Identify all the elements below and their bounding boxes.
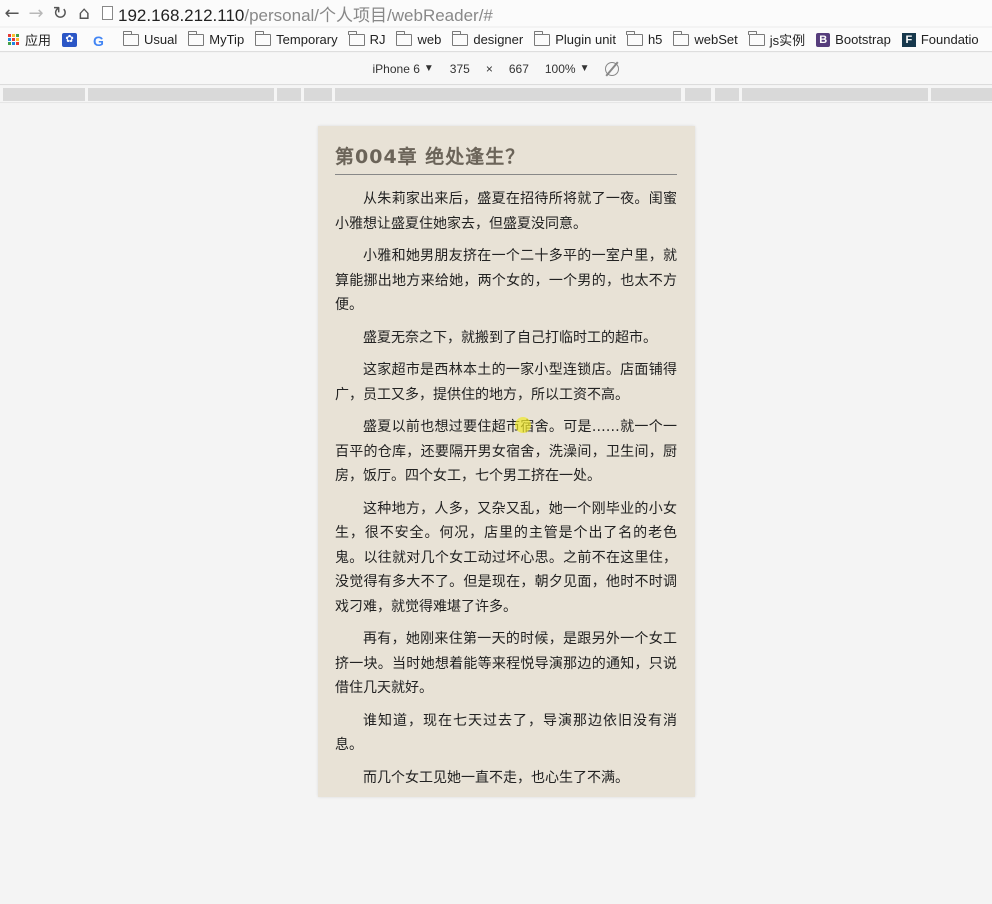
home-icon[interactable]: ⌂ — [72, 1, 96, 25]
paragraph: 盛夏以前也想过要住超市宿舍。可是……就一个一百平的仓库，还要隔开男女宿舍，洗澡间… — [335, 419, 677, 484]
device-viewport: 第004章 绝处逢生？ 从朱莉家出来后，盛夏在招待所将就了一夜。闺蜜小雅想让盛夏… — [0, 104, 992, 904]
device-toolbar: iPhone 6 ▼ 375 × 667 100% ▼ — [0, 53, 992, 85]
address-bar: ← → ↻ ⌂ 192.168.212.110/personal/个人项目/we… — [0, 0, 992, 26]
paragraph: 这家超市是西林本土的一家小型连锁店。店面铺得广，员工又多，提供住的地方，所以工资… — [335, 362, 677, 403]
paragraph: 这种地方，人多，又杂又乱，她一个刚毕业的小女生，很不安全。何况，店里的主管是个出… — [335, 500, 677, 615]
chevron-down-icon[interactable]: ▼ — [424, 63, 434, 74]
bootstrap-icon: B — [816, 32, 831, 47]
google-icon: G — [93, 32, 104, 49]
device-width[interactable]: 375 — [450, 62, 470, 76]
folder-icon — [395, 30, 413, 46]
bookmark-label: h5 — [647, 32, 663, 47]
dimension-separator: × — [485, 61, 493, 76]
paragraph: 谁知道，现在七天过去了，导演那边依旧没有消息。 — [335, 712, 677, 754]
bookmark-temporary[interactable]: Temporary — [254, 30, 338, 47]
bookmark-designer[interactable]: designer — [451, 30, 524, 47]
bookmark-label: Temporary — [276, 32, 338, 47]
url-field[interactable]: 192.168.212.110/personal/个人项目/webReader/… — [102, 2, 493, 25]
reload-icon[interactable]: ↻ — [48, 1, 72, 25]
reader-page[interactable]: 第004章 绝处逢生？ 从朱莉家出来后，盛夏在招待所将就了一夜。闺蜜小雅想让盛夏… — [318, 126, 695, 797]
zoom-select[interactable]: 100% — [545, 62, 576, 76]
paragraph: 再有，她刚来住第一天的时候，是跟另外一个女工挤一块。当时她想着能等来程悦导演那边… — [335, 631, 677, 696]
bookmark-plugin-unit[interactable]: Plugin unit — [533, 30, 616, 47]
bookmarks-bar: 应用 ✿ G Usual MyTip Temporary RJ web desi… — [0, 28, 992, 52]
bookmark-label: Bootstrap — [835, 32, 891, 47]
media-query-segment[interactable] — [277, 88, 301, 101]
url-host: 192.168.212.110 — [118, 5, 245, 25]
foundation-icon: F — [901, 32, 916, 47]
bookmark-label: web — [417, 32, 442, 47]
folder-icon — [748, 30, 765, 46]
bookmark-label: Usual — [144, 32, 178, 47]
url-path: /personal/个人项目/webReader/# — [244, 5, 493, 25]
bookmark-webset[interactable]: webSet — [672, 30, 738, 47]
bookmark-google[interactable]: G — [93, 32, 112, 49]
back-arrow-icon[interactable]: ← — [0, 1, 24, 25]
folder-icon — [672, 30, 690, 46]
media-query-segment[interactable] — [88, 88, 274, 101]
chevron-down-icon[interactable]: ▼ — [580, 63, 590, 74]
media-query-bar — [0, 86, 992, 103]
folder-icon — [187, 30, 205, 46]
apps-grid-icon — [8, 33, 20, 46]
bookmark-paw[interactable]: ✿ — [62, 32, 82, 47]
bookmark-bootstrap[interactable]: B Bootstrap — [816, 32, 891, 47]
paragraph: 而几个女工见她一直不走，也心生了不满。 — [363, 769, 629, 786]
paragraph: 小雅和她男朋友挤在一个二十多平的一室户里，就算能挪出地方来给她，两个女的，一个男… — [335, 248, 677, 313]
paragraph: 盛夏无奈之下，就搬到了自己打临时工的超市。 — [363, 329, 657, 346]
device-select[interactable]: iPhone 6 — [373, 62, 420, 76]
folder-icon — [254, 30, 272, 46]
bookmark-label: designer — [473, 32, 524, 47]
bookmark-label: 应用 — [25, 33, 52, 48]
rotate-icon[interactable] — [605, 61, 620, 76]
bookmark-label: MyTip — [209, 32, 245, 47]
bookmark-js-examples[interactable]: js实例 — [748, 30, 806, 49]
paragraph: 从朱莉家出来后，盛夏在招待所将就了一夜。闺蜜小雅想让盛夏住她家去，但盛夏没同意。 — [335, 191, 677, 232]
bookmark-usual[interactable]: Usual — [122, 30, 178, 47]
bookmark-label: webSet — [694, 32, 738, 47]
media-query-segment[interactable] — [335, 88, 681, 101]
bookmark-label: RJ — [369, 32, 386, 47]
forward-arrow-icon[interactable]: → — [24, 1, 48, 25]
media-query-segment[interactable] — [931, 88, 992, 101]
bookmark-label: js实例 — [769, 33, 806, 48]
bookmark-foundation[interactable]: F Foundatio — [901, 32, 979, 47]
paw-icon: ✿ — [62, 32, 78, 47]
bookmark-label: Foundatio — [920, 32, 979, 47]
folder-icon — [122, 30, 140, 46]
bookmark-h5[interactable]: h5 — [626, 30, 663, 47]
device-height[interactable]: 667 — [509, 62, 529, 76]
bookmark-label: Plugin unit — [555, 32, 616, 47]
bookmark-mytip[interactable]: MyTip — [187, 30, 245, 47]
folder-icon — [533, 30, 551, 46]
media-query-segment[interactable] — [304, 88, 332, 101]
cursor-highlight — [515, 417, 531, 433]
folder-icon — [348, 30, 365, 46]
media-query-segment[interactable] — [3, 88, 85, 101]
media-query-segment[interactable] — [742, 88, 928, 101]
folder-icon — [626, 30, 643, 46]
media-query-segment[interactable] — [685, 88, 711, 101]
bookmark-web[interactable]: web — [395, 30, 442, 47]
bookmark-apps[interactable]: 应用 — [8, 30, 51, 49]
folder-icon — [451, 30, 469, 46]
chapter-content: 从朱莉家出来后，盛夏在招待所将就了一夜。闺蜜小雅想让盛夏住她家去，但盛夏没同意。… — [335, 187, 677, 790]
bookmark-rj[interactable]: RJ — [348, 30, 386, 47]
page-icon — [102, 6, 113, 20]
chapter-title: 第004章 绝处逢生？ — [335, 144, 677, 175]
media-query-segment[interactable] — [715, 88, 739, 101]
